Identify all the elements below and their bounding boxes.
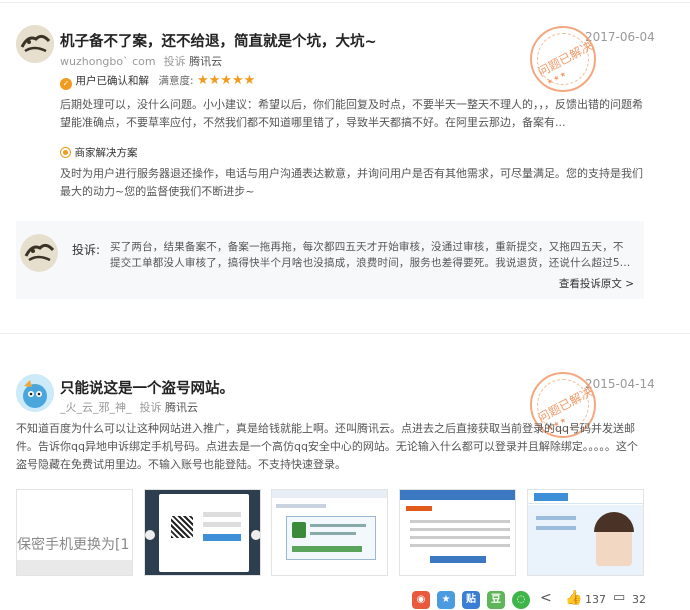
screenshot-thumb-2[interactable] xyxy=(144,489,261,576)
resolved-stamp: 问题已解决 ★★★ xyxy=(530,26,596,92)
thumb-text: 保密手机更换为[1 xyxy=(17,537,130,553)
avatar[interactable] xyxy=(16,374,54,412)
screenshot-thumb-3[interactable] xyxy=(271,489,388,576)
review-title[interactable]: 机子备不了案，还不给退，简直就是个坑，大坑~ xyxy=(60,30,377,51)
screenshot-thumb-1[interactable]: 保密手机更换为[1 xyxy=(16,489,133,576)
share-icon[interactable]: < xyxy=(540,590,552,606)
company-name[interactable]: 腾讯云 xyxy=(165,401,198,414)
satisfaction-label: 满意度: xyxy=(158,75,194,87)
resolution-row: ✓ 用户已确认和解 满意度: ★★★★★ xyxy=(60,73,255,90)
screenshot-thumb-5[interactable] xyxy=(527,489,644,576)
qzone-icon[interactable]: ★ xyxy=(437,591,455,609)
merchant-heading: 商家解决方案 xyxy=(60,145,138,160)
complaint-verb: 投诉 xyxy=(139,401,162,414)
thumbs-up-icon[interactable]: 👍 xyxy=(565,590,582,606)
review-text: 不知道百度为什么可以让这种网站进入推广，真是给钱就能上啊。还叫腾讯云。点进去之后… xyxy=(16,422,638,471)
author-name[interactable]: wuzhongbo` com xyxy=(60,55,156,68)
resolution-status: 用户已确认和解 xyxy=(75,75,150,87)
wechat-icon[interactable]: ◌ xyxy=(512,591,530,609)
complaint-label: 投诉: xyxy=(72,243,101,257)
tieba-icon[interactable]: 贴 xyxy=(462,591,480,609)
view-original-link[interactable]: 查看投诉原文 > xyxy=(559,276,634,291)
complaint-verb: 投诉 xyxy=(163,55,186,68)
review-meta: wuzhongbo` com 投诉 腾讯云 xyxy=(60,53,222,69)
review-date: 2017-06-04 xyxy=(585,30,655,44)
author-name[interactable]: _火_云_邪_神_ xyxy=(60,401,132,414)
review-divider xyxy=(0,333,690,334)
comment-count: 32 xyxy=(632,593,646,606)
complaint-text: 买了两台，结果备案不，备案一拖再拖，每次都四五天才开始审核，没通过审核，重新提交… xyxy=(110,241,631,269)
complaint-box: 投诉: 买了两台，结果备案不，备案一拖再拖，每次都四五天才开始审核，没通过审核，… xyxy=(16,221,644,299)
merchant-dot-icon xyxy=(60,147,71,158)
like-count: 137 xyxy=(585,593,606,606)
review-meta: _火_云_邪_神_ 投诉 腾讯云 xyxy=(60,399,198,415)
screenshot-thumb-4[interactable] xyxy=(399,489,516,576)
merchant-title: 商家解决方案 xyxy=(74,147,138,159)
star-rating: ★★★★★ xyxy=(197,73,256,88)
merchant-solution: 及时为用户进行服务器退还操作，电话与用户沟通表达歉意，并询问用户是否有其他需求，… xyxy=(60,167,643,198)
comment-icon[interactable]: ▭ xyxy=(613,590,625,605)
stars-icon: ★★★★★ xyxy=(197,73,256,88)
review-title[interactable]: 只能说这是一个盗号网站。 xyxy=(60,377,234,398)
complaint-avatar xyxy=(20,234,58,272)
company-name[interactable]: 腾讯云 xyxy=(189,55,222,68)
douban-icon[interactable]: 豆 xyxy=(487,591,505,609)
top-divider xyxy=(0,2,690,3)
review-date: 2015-04-14 xyxy=(585,377,655,391)
user-feedback: 后期处理可以，没什么问题。小小建议：希望以后，你们能回复及时点，不要半天一整天不… xyxy=(60,98,643,129)
check-icon: ✓ xyxy=(60,78,72,90)
avatar[interactable] xyxy=(16,25,54,63)
weibo-icon[interactable]: ◉ xyxy=(412,591,430,609)
